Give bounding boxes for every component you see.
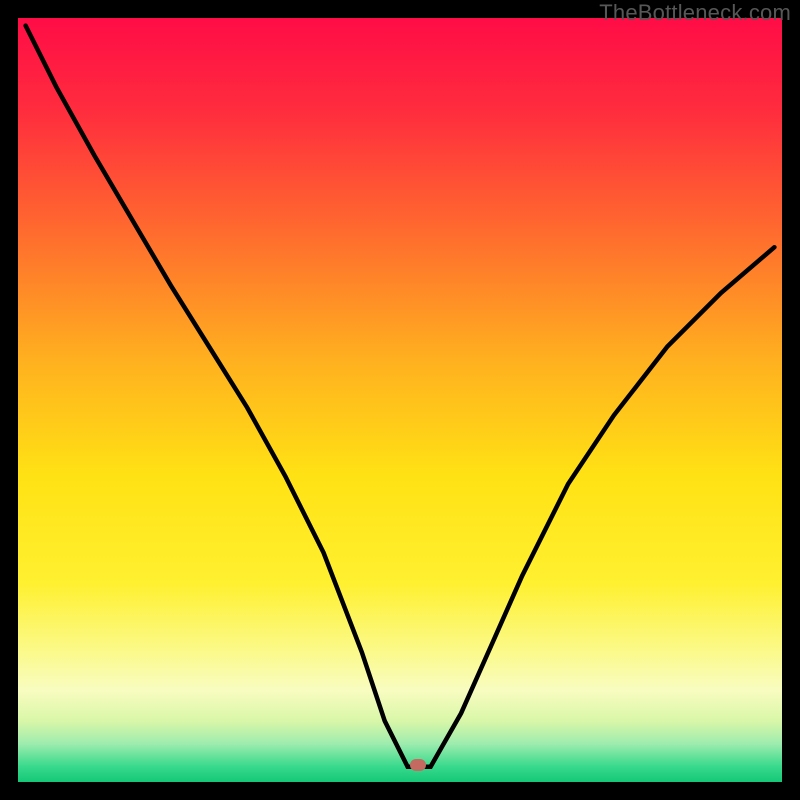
chart-frame: TheBottleneck.com — [0, 0, 800, 800]
plot-area — [18, 18, 782, 782]
bottleneck-curve — [18, 18, 782, 782]
watermark-text: TheBottleneck.com — [599, 0, 791, 26]
optimum-marker — [410, 759, 426, 771]
curve-line — [26, 26, 775, 767]
